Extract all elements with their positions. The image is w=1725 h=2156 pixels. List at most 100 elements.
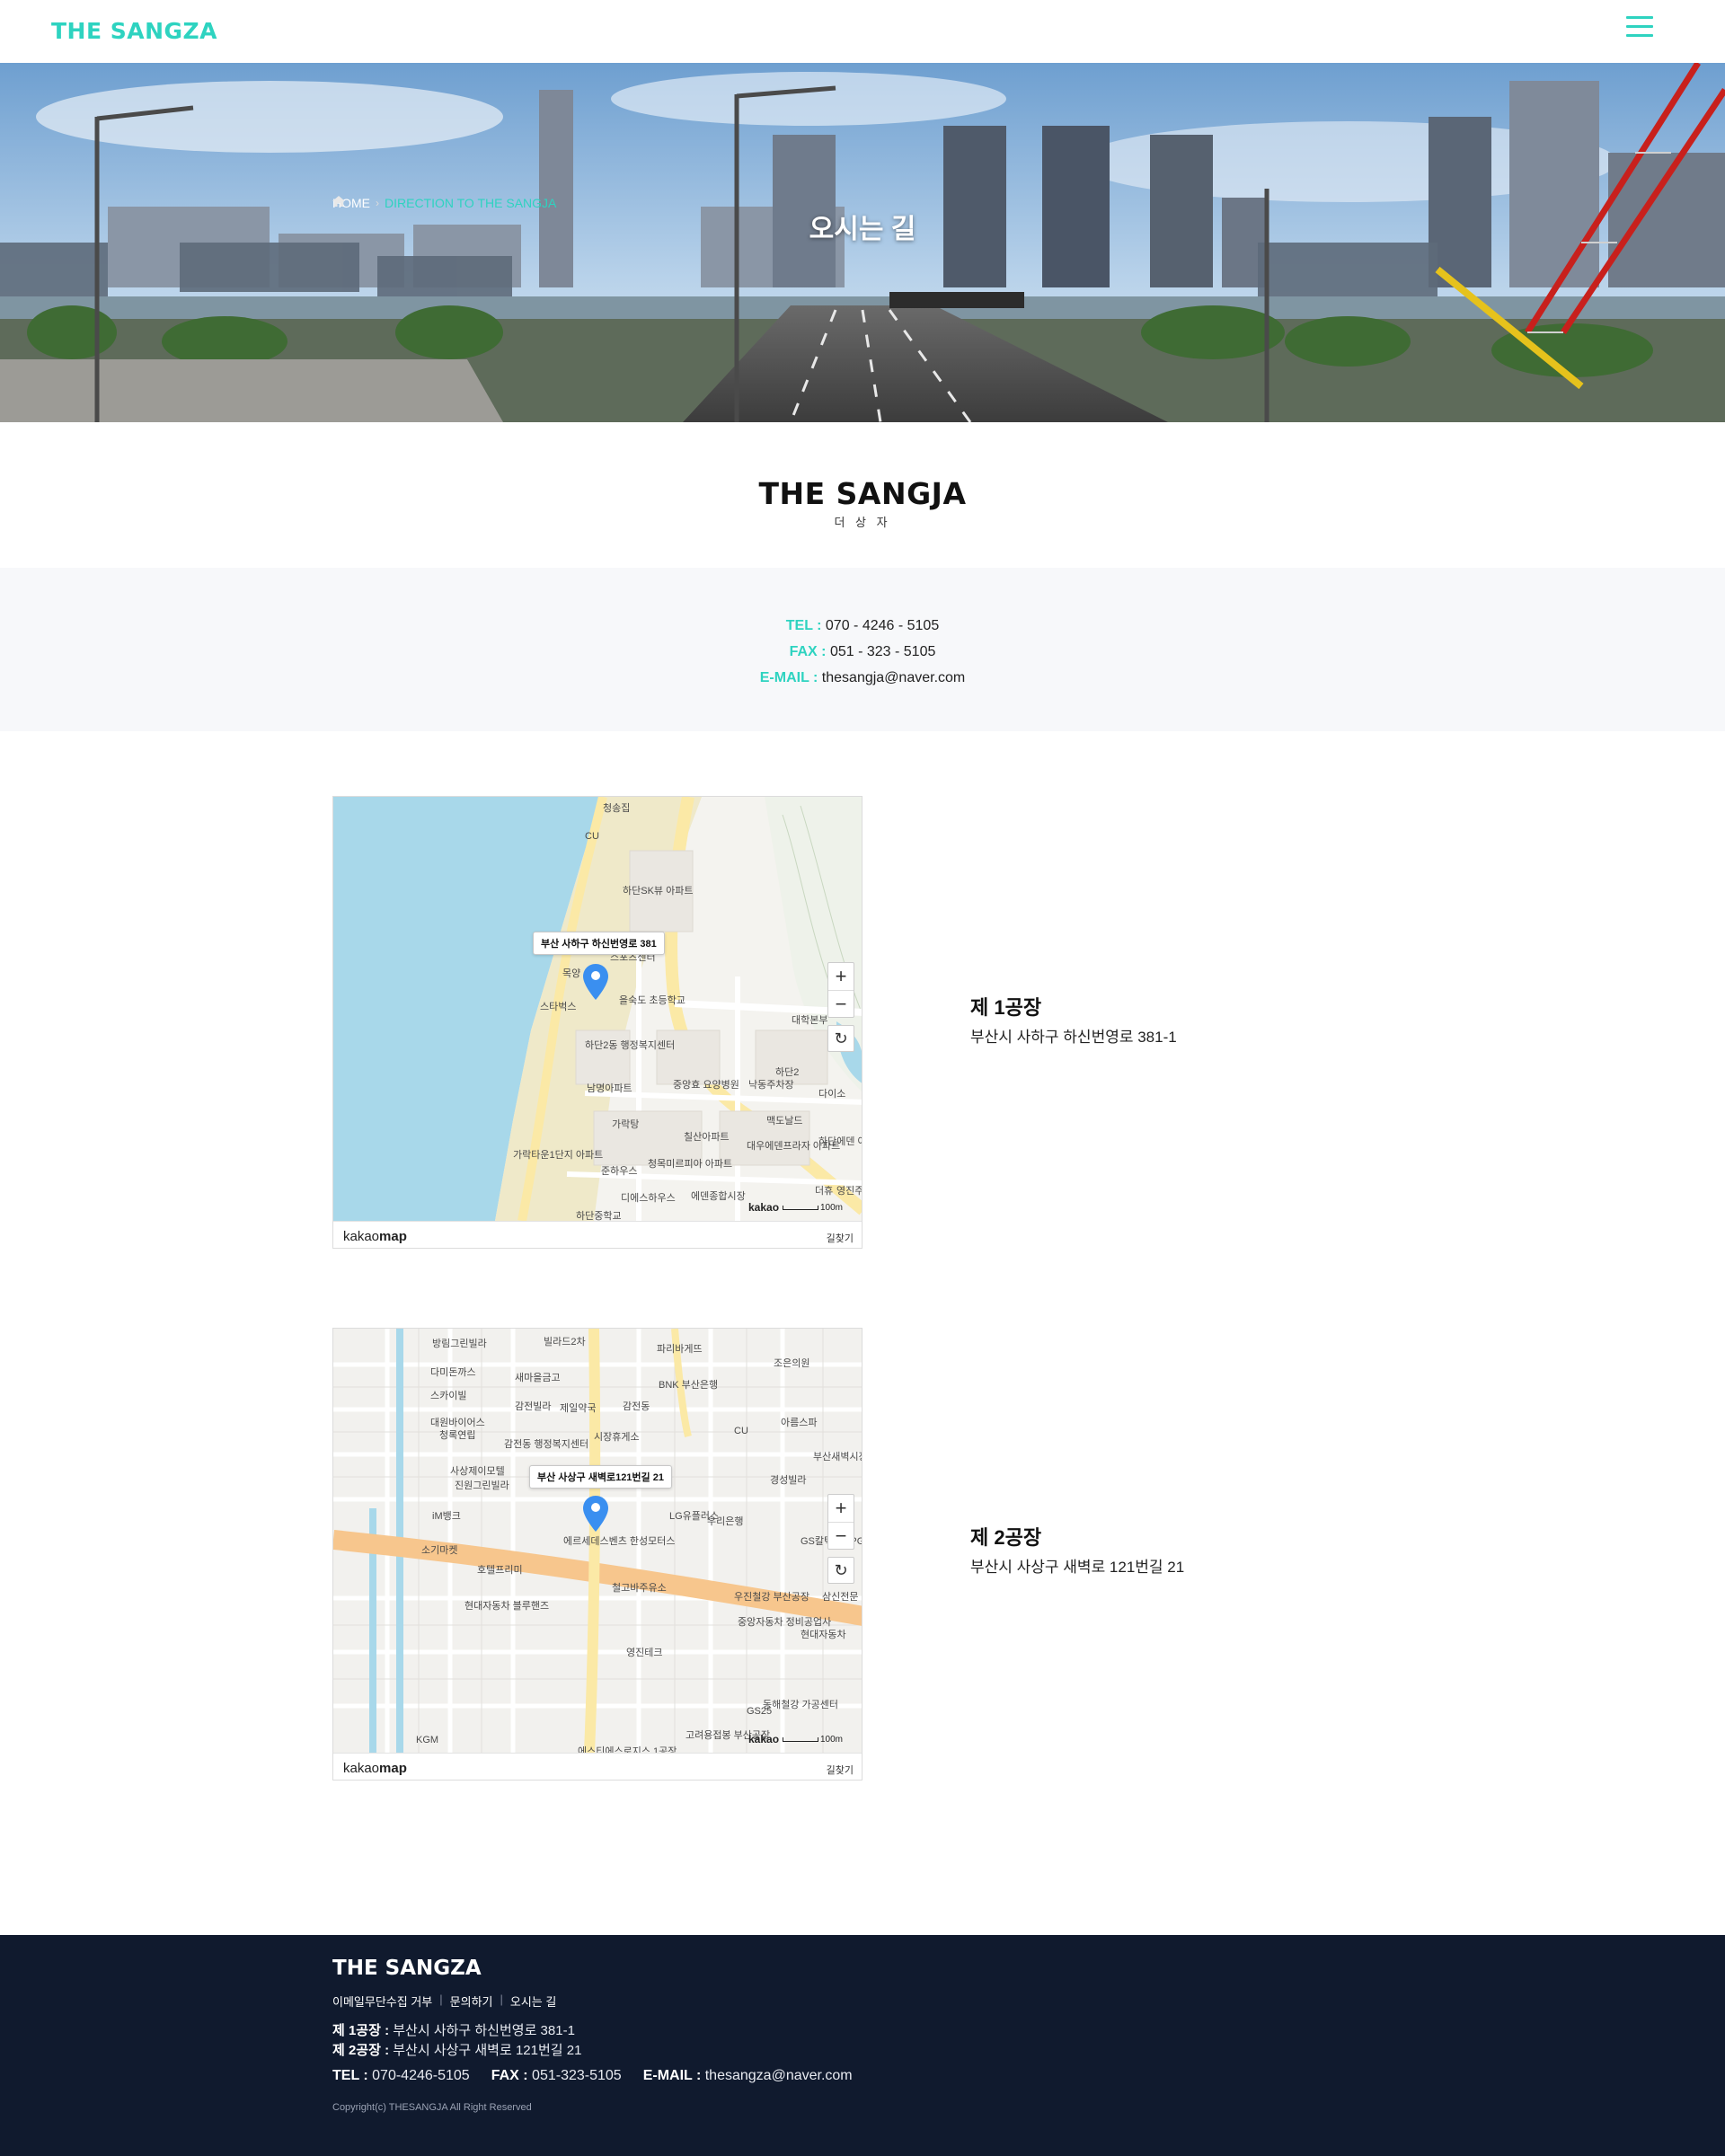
map-place-label[interactable]: CU [734,1426,748,1436]
map-place-label[interactable]: 감전동 [623,1399,650,1413]
map-place-label[interactable]: 에스티에스로지스 1공장 [578,1744,677,1753]
map-place-label[interactable]: 부산새벽시장 [813,1449,862,1463]
zoom-out-icon[interactable]: − [828,1522,854,1549]
map-place-label[interactable]: 감전동 행정복지센터 [504,1436,588,1451]
map-place-label[interactable]: 목양 [562,966,580,980]
map-place-label[interactable]: 가락타운1단지 아파트 [513,1147,603,1162]
map-place-label[interactable]: 사상제이모텔 [450,1463,505,1478]
map-place-label[interactable]: 제일약국 [560,1401,596,1415]
factory-2-map[interactable]: 방림그린빌라 빌라드2차파리바게뜨조은의원다미돈까스 새마을금고 BNK 부산은행스카… [332,1328,862,1780]
map-place-label[interactable]: 시장휴게소 [594,1429,640,1444]
map-place-label[interactable]: 아름스파 [781,1415,817,1429]
map-place-label[interactable]: 방림그린빌라 [432,1336,487,1350]
map-reset-icon[interactable]: ↻ [827,1025,854,1052]
map-marker-label: 부산 사하구 하신번영로 381 [533,932,665,955]
map-place-label[interactable]: 철고바주유소 [612,1580,667,1595]
map-place-label[interactable]: 감전빌라 [515,1399,551,1413]
map-place-label[interactable]: 중앙효 요양병원 [673,1077,739,1091]
map-place-label[interactable]: 에덴종합시장 [691,1188,746,1203]
map-place-label[interactable]: 을숙도 초등학교 [619,993,686,1007]
map-place-label[interactable]: 하단중학교 [576,1208,622,1221]
map-place-label[interactable]: iM뱅크 [432,1508,461,1523]
map-place-label[interactable]: 하단2 [775,1065,799,1079]
fax-label: FAX : [789,644,827,659]
map-place-label[interactable]: 맥도날드 [766,1113,802,1127]
map-place-label[interactable]: 스타벅스 [540,999,576,1013]
map-place-label[interactable]: 영진테크 [626,1645,662,1659]
map-route-link[interactable]: 길찾기 [827,1231,854,1245]
footer-copyright: Copyright(c) THESANGJA All Right Reserve… [332,2102,532,2113]
footer-address-2: 제 2공장 : 부산시 사상구 새벽로 121번길 21 [332,2043,582,2058]
map-place-label[interactable]: 준하우스 [601,1163,637,1178]
map-place-label[interactable]: 현대자동차 [801,1627,846,1641]
map-place-label[interactable]: 새마을금고 [515,1370,561,1384]
hamburger-menu-icon[interactable] [1626,16,1653,40]
map-place-label[interactable]: 동해철강 가공센터 [763,1697,838,1711]
map-marker-label: 부산 사상구 새벽로121번길 21 [529,1465,672,1489]
map-place-label[interactable]: 우리은행 [707,1514,743,1528]
map-place-label[interactable]: 더휴 [815,1183,833,1197]
tel-value[interactable]: 070 - 4246 - 5105 [826,618,939,633]
map-pin-icon[interactable] [583,964,608,1000]
map-place-label[interactable]: 청송집 [603,800,630,815]
map-place-label[interactable]: 삼신전문 장례식장 [822,1589,862,1604]
map-place-label[interactable]: 에르세데스벤츠 한성모터스 [563,1533,676,1548]
footer-link-email-refusal[interactable]: 이메일무단수집 거부 [332,1993,432,2010]
map-canvas[interactable]: 청송집 CU 하단SK뷰 아파트 스포츠센터 목양 스타벅스 을숙도 초등학교 하단2동 행정… [333,797,862,1221]
map-place-label[interactable]: 디에스하우스 [621,1190,676,1205]
map-place-label[interactable]: 하단에덴 아파트 [818,1134,862,1148]
map-place-label[interactable]: 영진주 [836,1183,862,1197]
footer-links: 이메일무단수집 거부 | 문의하기 | 오시는 길 [332,1993,556,2010]
map-place-label[interactable]: GS25 [747,1706,772,1717]
map-place-label[interactable]: 다이소 [818,1086,845,1100]
map-place-label[interactable]: 현대자동차 블루핸즈 [464,1598,549,1613]
map-place-label[interactable]: 하단2동 행정복지센터 [585,1038,675,1052]
zoom-in-icon[interactable]: + [828,1495,854,1522]
footer-fax: FAX : 051-323-5105 [491,2068,622,2083]
map-reset-icon[interactable]: ↻ [827,1557,854,1584]
map-scale: 100m [783,1203,843,1213]
map-pin-icon[interactable] [583,1496,608,1532]
map-brand-logo[interactable]: kakaomap [343,1761,407,1776]
map-place-label[interactable]: 진원그린빌라 [455,1478,509,1492]
footer-logo[interactable]: THE SANGZA [332,1957,482,1980]
contact-email: E-MAIL : thesangja@naver.com [0,665,1725,691]
footer-link-directions[interactable]: 오시는 길 [510,1993,556,2010]
map-place-label[interactable]: 대학본부 [792,1012,827,1027]
map-place-label[interactable]: 낙동주차장 [748,1077,794,1091]
company-name: THE SANGJA [758,476,967,511]
map-canvas[interactable]: 방림그린빌라 빌라드2차파리바게뜨조은의원다미돈까스 새마을금고 BNK 부산은행스카… [333,1329,862,1753]
map-place-label[interactable]: 파리바게뜨 [657,1341,703,1356]
factory-2-title: 제 2공장 [970,1526,1042,1549]
zoom-out-icon[interactable]: − [828,990,854,1017]
site-logo[interactable]: THE SANGZA [51,18,217,44]
map-place-label[interactable]: 빌라드2차 [544,1334,586,1348]
map-place-label[interactable]: 청록연립 [439,1427,475,1442]
company-section: THE SANGJA 더 상 자 [0,422,1725,568]
factory-1-map[interactable]: 청송집 CU 하단SK뷰 아파트 스포츠센터 목양 스타벅스 을숙도 초등학교 하단2동 행정… [332,796,862,1249]
map-place-label[interactable]: BNK 부산은행 [659,1377,718,1392]
map-place-label[interactable]: 우진철강 부산공장 [734,1589,809,1604]
map-brand-logo[interactable]: kakaomap [343,1229,407,1244]
map-place-label[interactable]: 칠산아파트 [684,1129,730,1144]
map-place-label[interactable]: 남명아파트 [587,1081,632,1095]
map-place-label[interactable]: 스카이빌 [430,1388,466,1402]
map-place-label[interactable]: 조은의원 [774,1356,809,1370]
email-value[interactable]: thesangja@naver.com [822,670,965,685]
map-place-label[interactable]: 청목미르피아 아파트 [648,1156,732,1171]
map-place-label[interactable]: 다미돈까스 [430,1365,476,1379]
map-place-label[interactable]: CU [585,831,599,842]
footer-link-inquiry[interactable]: 문의하기 [450,1993,493,2010]
map-place-label[interactable]: 경성빌라 [770,1472,806,1487]
site-footer: THE SANGZA 이메일무단수집 거부 | 문의하기 | 오시는 길 제 1… [0,1935,1725,2156]
map-place-label[interactable]: 호텔프리미 [477,1562,523,1577]
hero-banner: HOME › DIRECTION TO THE SANGJA 오시는 길 [0,63,1725,422]
map-place-label[interactable]: 소기마켓 [421,1542,457,1557]
map-place-label[interactable]: 하단SK뷰 아파트 [623,883,693,897]
map-place-label[interactable]: 가락탕 [612,1117,639,1131]
contact-section: TEL : 070 - 4246 - 5105 FAX : 051 - 323 … [0,568,1725,731]
map-watermark: kakao [748,1733,780,1745]
map-route-link[interactable]: 길찾기 [827,1763,854,1777]
map-place-label[interactable]: KGM [416,1735,438,1745]
zoom-in-icon[interactable]: + [828,963,854,990]
